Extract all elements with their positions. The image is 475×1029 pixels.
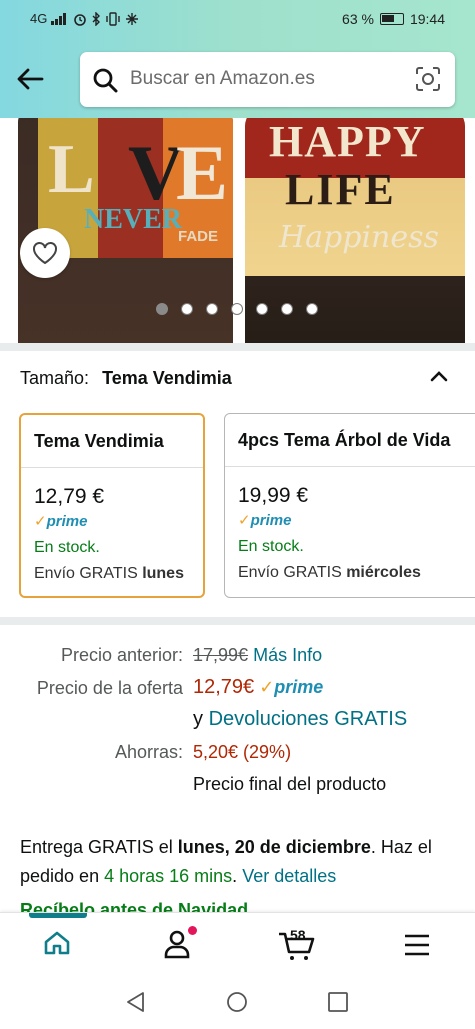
section-divider — [0, 343, 475, 351]
prime-check-icon: ✓ — [34, 513, 47, 530]
image-text-happy: HAPPY — [269, 118, 426, 166]
size-option-card-selected[interactable]: Tema Vendimia 12,79 € ✓prime En stock. E… — [19, 413, 205, 598]
prime-label: prime — [46, 513, 88, 530]
delivery-prefix: Entrega GRATIS el — [20, 837, 173, 857]
card-divider — [21, 467, 203, 468]
status-bar: 4G 63 % 19:44 — [0, 0, 475, 38]
prime-label: prime — [274, 677, 324, 697]
prime-check-icon: ✓ — [259, 677, 275, 697]
prime-label: prime — [250, 512, 292, 529]
size-selected-value: Tema Vendimia — [102, 368, 232, 388]
wishlist-heart-button[interactable] — [20, 228, 70, 278]
home-icon[interactable] — [43, 929, 71, 957]
clock: 19:44 — [409, 11, 445, 27]
system-home-button[interactable] — [226, 991, 248, 1018]
status-left: 4G — [30, 11, 139, 26]
shipping-day: lunes — [142, 565, 184, 582]
size-selector-header[interactable]: Tamaño: Tema Vendimia — [20, 368, 232, 389]
search-icon — [93, 68, 118, 93]
size-option-card[interactable]: 4pcs Tema Árbol de Vida 19,99 € ✓prime E… — [224, 413, 475, 598]
option-title: 4pcs Tema Árbol de Vida — [238, 430, 451, 450]
bottom-nav: 58 — [0, 912, 475, 977]
chevron-up-icon[interactable] — [427, 365, 451, 389]
shipping-day: miércoles — [346, 564, 421, 581]
image-text-fade: FADE — [178, 228, 219, 245]
system-back-button[interactable] — [125, 991, 147, 1018]
option-title: Tema Vendimia — [34, 431, 164, 451]
snowflake-icon — [126, 12, 139, 25]
stock-status: En stock. — [34, 539, 100, 556]
image-text-e: E — [176, 129, 229, 216]
carousel-dot[interactable] — [306, 303, 318, 315]
carousel-dot[interactable] — [181, 303, 193, 315]
offer-price-row: 12,79€ ✓prime — [193, 676, 323, 699]
menu-icon[interactable] — [404, 934, 430, 956]
delivery-countdown: 4 horas 16 mins — [104, 866, 233, 886]
more-info-link[interactable]: Más Info — [253, 645, 322, 665]
system-navigation-bar — [0, 977, 475, 1029]
image-text-never: NEVER — [84, 204, 183, 235]
final-price-note: Precio final del producto — [193, 774, 387, 794]
back-arrow-icon[interactable] — [14, 63, 46, 95]
shipping-prefix: Envío GRATIS — [238, 564, 342, 581]
shipping-info: Envío GRATIS miércoles — [238, 564, 421, 582]
system-recents-button[interactable] — [327, 991, 349, 1018]
carousel-dot[interactable] — [256, 303, 268, 315]
status-right: 63 % 19:44 — [342, 11, 445, 27]
shipping-prefix: Envío GRATIS — [34, 565, 138, 582]
account-icon[interactable] — [163, 929, 191, 959]
search-input[interactable]: Buscar en Amazon.es — [130, 68, 315, 90]
search-bar[interactable]: Buscar en Amazon.es — [80, 52, 455, 107]
carousel-dot[interactable] — [206, 303, 218, 315]
cart-count: 58 — [290, 927, 306, 943]
free-returns-link[interactable]: Devoluciones GRATIS — [209, 708, 408, 730]
previous-price: 17,99€ — [193, 645, 249, 665]
notification-dot — [188, 926, 197, 935]
savings-label: Ahorras: — [114, 742, 183, 762]
offer-price: 12,79€ — [193, 676, 255, 698]
prime-badge: ✓prime — [238, 511, 291, 529]
triangle-back-icon — [127, 992, 144, 1012]
returns-prefix: y — [193, 708, 203, 730]
vibrate-icon — [106, 11, 121, 26]
image-text-l: L — [48, 131, 95, 208]
network-label: 4G — [30, 11, 48, 26]
prime-badge: ✓prime — [259, 677, 323, 697]
app-header: 4G 63 % 19:44 Buscar en Amazon.es — [0, 0, 475, 118]
carousel-dot[interactable] — [281, 303, 293, 315]
delivery-date: lunes, 20 de diciembre — [177, 837, 371, 857]
delivery-details-link[interactable]: Ver detalles — [242, 866, 336, 886]
prime-badge: ✓prime — [34, 512, 87, 530]
size-label: Tamaño: — [20, 368, 90, 388]
option-price: 12,79 € — [34, 485, 105, 508]
shipping-info: Envío GRATIS lunes — [34, 565, 184, 583]
carousel-dots — [156, 303, 318, 315]
card-divider — [225, 466, 475, 467]
section-divider — [0, 617, 475, 625]
alarm-icon — [74, 13, 87, 26]
circle-home-icon — [227, 992, 247, 1012]
previous-price-label: Precio anterior: — [60, 645, 183, 665]
offer-price-label: Precio de la oferta — [36, 678, 183, 698]
image-text-happiness: Happiness — [279, 220, 439, 255]
camera-scan-icon[interactable] — [415, 66, 441, 92]
previous-price-row: 17,99€ Más Info — [193, 645, 322, 666]
carousel-dot[interactable] — [231, 303, 243, 315]
battery-icon — [379, 13, 404, 25]
signal-icon — [51, 12, 67, 25]
option-price: 19,99 € — [238, 484, 309, 507]
heart-icon — [33, 242, 57, 265]
prime-check-icon: ✓ — [238, 512, 251, 529]
free-returns-row: y Devoluciones GRATIS — [193, 708, 407, 731]
delivery-sep: . — [232, 866, 238, 886]
image-text-life: LIFE — [285, 165, 396, 214]
battery-percent: 63 % — [342, 11, 374, 27]
delivery-message: Entrega GRATIS el lunes, 20 de diciembre… — [20, 833, 460, 891]
stock-status: En stock. — [238, 538, 304, 555]
carousel-dot[interactable] — [156, 303, 168, 315]
bluetooth-icon — [92, 11, 101, 26]
square-recents-icon — [328, 992, 348, 1012]
savings-value: 5,20€ (29%) — [193, 742, 292, 762]
active-tab-indicator — [29, 913, 87, 918]
